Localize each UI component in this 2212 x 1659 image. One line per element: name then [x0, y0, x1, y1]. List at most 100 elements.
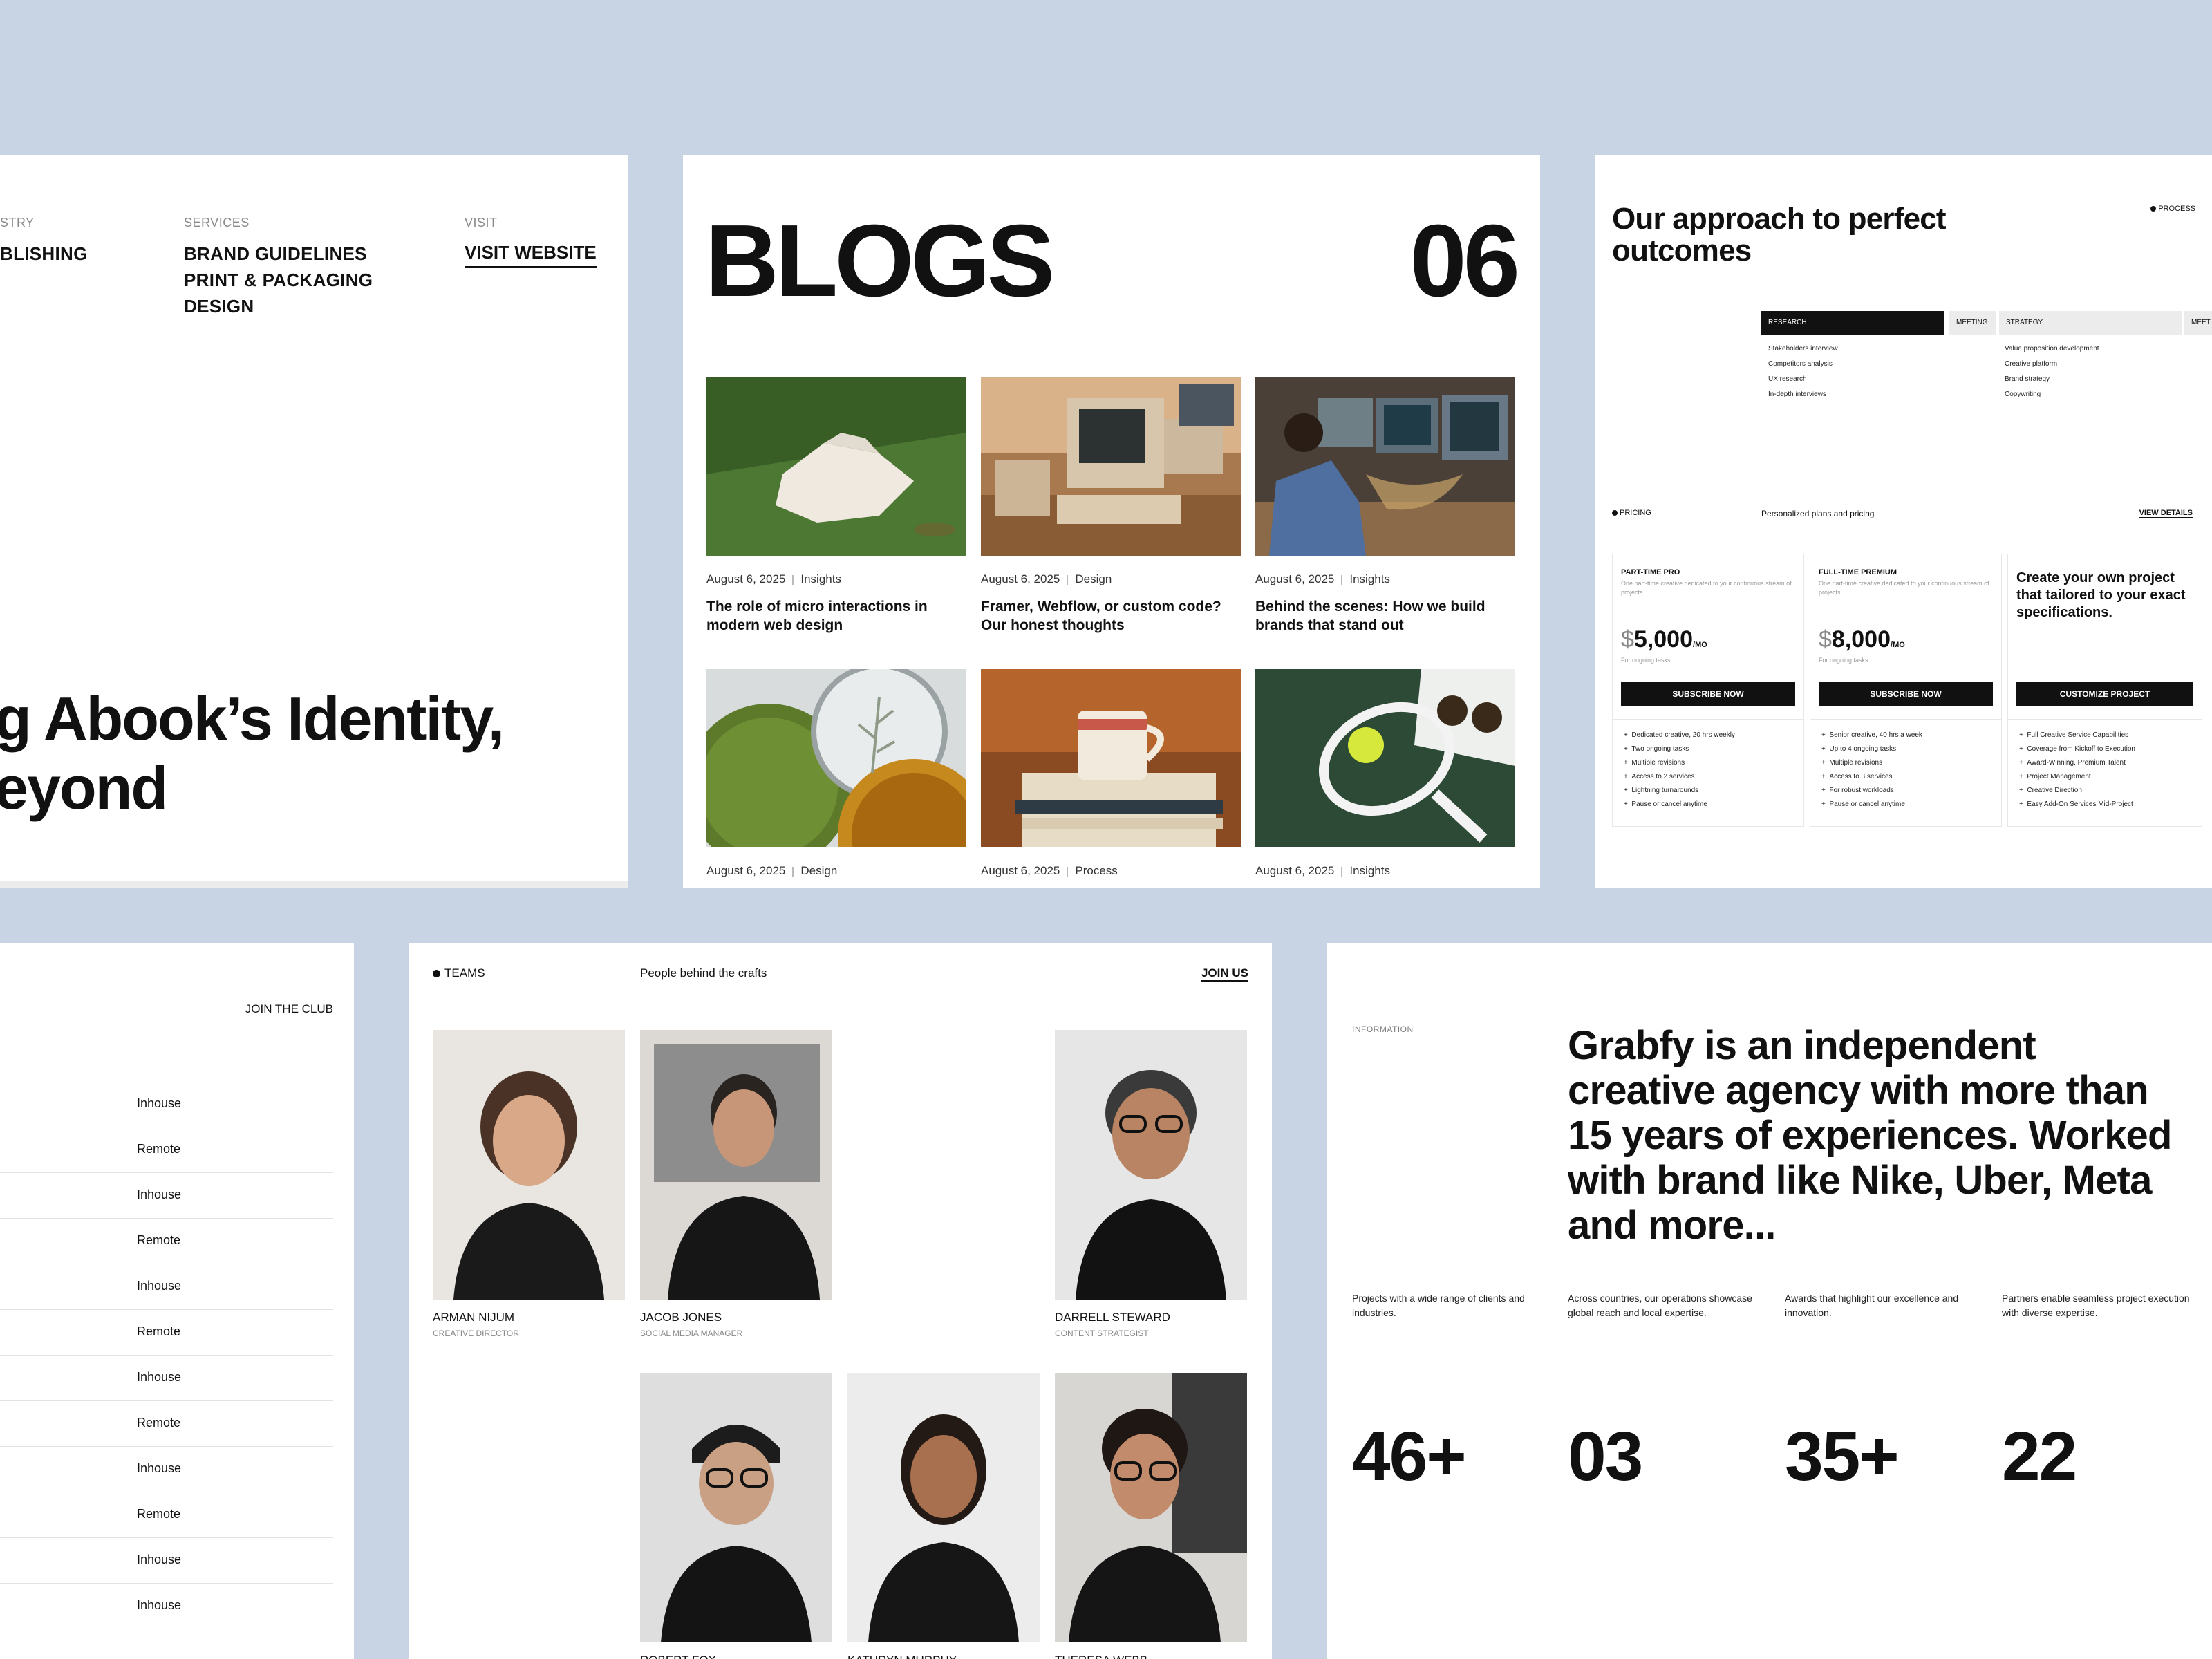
blog-category[interactable]: Design	[1075, 572, 1112, 585]
price-period: /MO	[1891, 641, 1905, 649]
stat-description: Across countries, our operations showcas…	[1568, 1293, 1752, 1318]
blog-image-tennis-racket[interactable]	[1255, 669, 1515, 847]
job-row[interactable]: Remote	[0, 1400, 333, 1447]
job-row[interactable]: Inhouse	[0, 1355, 333, 1401]
blog-category[interactable]: Design	[800, 864, 837, 877]
job-type: Inhouse	[137, 1553, 182, 1566]
blog-image-retro-computer[interactable]	[981, 377, 1241, 556]
pricing-subtitle: Personalized plans and pricing	[1761, 509, 1875, 518]
job-type: Inhouse	[137, 1279, 182, 1293]
job-row[interactable]: Remote	[0, 1309, 333, 1356]
blog-title[interactable]: Behind the scenes: How we build brands t…	[1255, 597, 1515, 635]
feature-text: Access to 2 services	[1631, 773, 1695, 780]
feature-text: Pause or cancel anytime	[1829, 800, 1905, 808]
blog-date: August 6, 2025	[706, 572, 786, 585]
team-photo[interactable]	[1055, 1373, 1247, 1642]
blog-date: August 6, 2025	[1255, 572, 1335, 585]
visit-website-link[interactable]: VISIT WEBSITE	[465, 242, 597, 268]
custom-plan-text: Create your own project that tailored to…	[2016, 570, 2186, 620]
pricing-card-full-time: FULL-TIME PREMIUM One part-time creative…	[1810, 554, 2002, 827]
feature-item: + For robust workloads	[1821, 787, 1894, 794]
pricing-card-custom: Create your own project that tailored to…	[2007, 554, 2202, 827]
step-research[interactable]: RESEARCH	[1761, 311, 1944, 335]
blog-meta: August 6, 2025 Process	[981, 864, 1118, 878]
plan-price: $5,000/MO	[1621, 626, 1707, 653]
meta-separator	[792, 574, 794, 585]
strategy-item: Copywriting	[2005, 391, 2041, 398]
member-name: THERESA WEBB	[1055, 1653, 1147, 1659]
job-row[interactable]: Inhouse	[0, 1264, 333, 1310]
price-amount: 5,000	[1633, 626, 1694, 653]
feature-text: Easy Add-On Services Mid-Project	[2027, 800, 2133, 808]
team-photo[interactable]	[1055, 1030, 1247, 1300]
service-item: BRAND GUIDELINES	[184, 243, 367, 264]
currency-symbol: $	[1621, 626, 1634, 653]
join-the-club-link[interactable]: JOIN THE CLUB	[245, 1002, 333, 1016]
team-photo[interactable]	[640, 1030, 832, 1300]
job-row[interactable]: Inhouse	[0, 1172, 333, 1219]
feature-item: + Full Creative Service Capabilities	[2019, 731, 2129, 739]
currency-symbol: $	[1819, 626, 1832, 653]
feature-text: Multiple revisions	[1829, 759, 1883, 767]
member-role: CREATIVE DIRECTOR	[433, 1329, 519, 1338]
step-strategy[interactable]: STRATEGY	[1999, 311, 2182, 335]
process-title: Our approach to perfect outcomes	[1612, 202, 1947, 268]
process-tag: PROCESS	[2150, 205, 2195, 213]
blog-date: August 6, 2025	[981, 572, 1060, 585]
job-row[interactable]: Inhouse	[0, 1081, 333, 1127]
feature-item: + Pause or cancel anytime	[1624, 800, 1707, 808]
customize-project-button[interactable]: CUSTOMIZE PROJECT	[2016, 682, 2193, 706]
feature-item: + Project Management	[2019, 773, 2091, 780]
team-photo[interactable]	[433, 1030, 625, 1300]
blog-image-coffee-cup-books[interactable]	[981, 669, 1241, 847]
member-role: CONTENT STRATEGIST	[1055, 1329, 1149, 1338]
info-tag: INFORMATION	[1352, 1024, 1414, 1034]
research-item: Stakeholders interview	[1768, 345, 1838, 353]
job-row[interactable]: Remote	[0, 1492, 333, 1538]
job-row[interactable]: Inhouse	[0, 1537, 333, 1584]
stat-value: 35+	[1785, 1418, 1900, 1495]
stat-description: Projects with a wide range of clients an…	[1352, 1293, 1525, 1318]
blog-title[interactable]: Framer, Webflow, or custom code? Our hon…	[981, 597, 1241, 635]
team-photo[interactable]	[640, 1373, 832, 1642]
job-row[interactable]: Inhouse	[0, 1583, 333, 1629]
feature-text: Pause or cancel anytime	[1631, 800, 1707, 808]
join-us-link[interactable]: JOIN US	[1201, 966, 1248, 982]
feature-text: Creative Direction	[2027, 787, 2082, 794]
services-heading: SERVICES	[184, 216, 250, 229]
feature-text: Coverage from Kickoff to Execution	[2027, 745, 2135, 753]
blogs-count: 06	[1409, 204, 1520, 318]
subscribe-button[interactable]: SUBSCRIBE NOW	[1819, 682, 1993, 706]
pricing-tag: PRICING	[1612, 509, 1651, 517]
feature-text: Full Creative Service Capabilities	[2027, 731, 2129, 739]
blogs-panel: BLOGS 06 August 6, 2025 Insights August …	[683, 155, 1540, 888]
process-tag-label: PROCESS	[2158, 205, 2195, 213]
feature-text: Senior creative, 40 hrs a week	[1829, 731, 1922, 739]
blog-category[interactable]: Insights	[1349, 864, 1390, 877]
plan-name: PART-TIME PRO	[1621, 568, 1680, 577]
view-details-link[interactable]: VIEW DETAILS	[2139, 509, 2193, 518]
blog-image-glass-circles[interactable]	[706, 669, 966, 847]
blog-category[interactable]: Insights	[800, 572, 841, 585]
member-name: ROBERT FOX	[640, 1653, 716, 1659]
subscribe-button[interactable]: SUBSCRIBE NOW	[1621, 682, 1795, 706]
step-meet[interactable]: MEET	[2184, 311, 2212, 335]
job-row[interactable]: Remote	[0, 1218, 333, 1264]
blog-title[interactable]: The role of micro interactions in modern…	[706, 597, 966, 635]
blog-meta: August 6, 2025 Insights	[706, 572, 841, 586]
job-row[interactable]: Inhouse	[0, 1446, 333, 1492]
teams-subtitle: People behind the crafts	[640, 966, 767, 980]
meta-separator	[1067, 574, 1069, 585]
team-photo[interactable]	[847, 1373, 1040, 1642]
blog-image-man-at-computers[interactable]	[1255, 377, 1515, 556]
blog-image-shirt-on-grass[interactable]	[706, 377, 966, 556]
blog-category[interactable]: Process	[1075, 864, 1117, 877]
teams-tag-label: TEAMS	[444, 966, 485, 980]
feature-item: + Dedicated creative, 20 hrs weekly	[1624, 731, 1735, 739]
step-meeting[interactable]: MEETING	[1949, 311, 1996, 335]
teams-panel: TEAMS People behind the crafts JOIN US A…	[409, 943, 1272, 1659]
blog-category[interactable]: Insights	[1349, 572, 1390, 585]
job-row[interactable]: Remote	[0, 1127, 333, 1173]
research-item: Competitors analysis	[1768, 360, 1833, 368]
member-role: SOCIAL MEDIA MANAGER	[640, 1329, 743, 1338]
